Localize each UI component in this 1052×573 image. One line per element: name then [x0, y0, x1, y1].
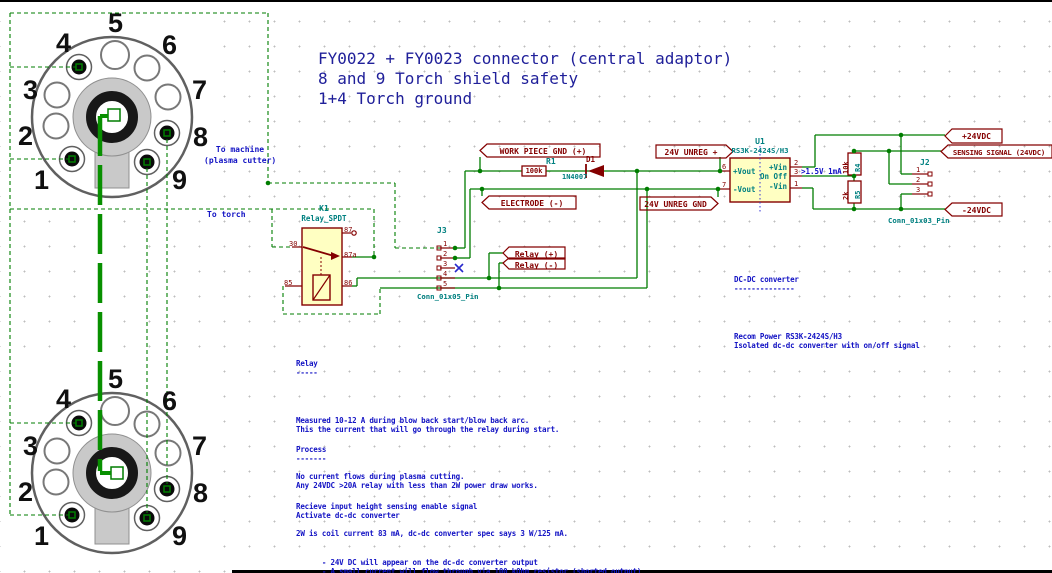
- relay-pin-85: 85: [284, 279, 292, 287]
- schematic-title-line2: 8 and 9 Torch shield safety: [318, 69, 578, 88]
- u1-pin-name-onoff: On Off: [760, 172, 787, 181]
- to-machine-label-line1: To machine: [212, 145, 268, 154]
- u1-pin-1: 1: [794, 180, 798, 188]
- net-label-relay-minus[interactable]: Relay (-): [509, 260, 564, 271]
- machine-pin-number-3: 3: [23, 75, 38, 106]
- r1-ref[interactable]: R1: [546, 157, 556, 166]
- d1-value[interactable]: 1N4007: [562, 173, 587, 181]
- j3-pin-1: 1: [443, 240, 447, 248]
- torch-pin-number-5: 5: [108, 364, 123, 395]
- u1-value[interactable]: RS3K-2424S/H3: [724, 146, 796, 155]
- u1-pin-name-vin-n: -Vin: [765, 182, 787, 191]
- d1-ref[interactable]: D1: [586, 155, 595, 164]
- to-machine-label-line2: (plasma cutter): [204, 156, 266, 165]
- u1-pin-3: 3: [794, 168, 798, 176]
- machine-pin-number-6: 6: [162, 30, 177, 61]
- r4-value[interactable]: 10k: [842, 161, 850, 174]
- torch-pin-number-6: 6: [162, 386, 177, 417]
- relay-pin-30: 30: [289, 240, 297, 248]
- machine-pin-number-4: 4: [56, 28, 71, 59]
- j3-ref[interactable]: J3: [437, 226, 447, 235]
- j2-ref[interactable]: J2: [920, 158, 930, 167]
- onoff-spec-note: >1.5V 1mA: [801, 167, 842, 176]
- schematic-canvas[interactable]: FY0022 + FY0023 connector (central adapt…: [0, 0, 1052, 573]
- net-label-work-piece-gnd[interactable]: WORK PIECE GND (+): [487, 146, 599, 157]
- torch-pin-number-3: 3: [23, 431, 38, 462]
- net-label-relay-plus[interactable]: Relay (+): [509, 249, 564, 260]
- machine-pin-number-5: 5: [108, 8, 123, 39]
- machine-pin-number-7: 7: [192, 75, 207, 106]
- relay-pin-86: 86: [344, 279, 352, 287]
- machine-pin-number-9: 9: [172, 165, 187, 196]
- machine-pin-number-2: 2: [18, 121, 33, 152]
- relay-ref[interactable]: K1: [310, 204, 338, 213]
- unconnected-pin-circle: [352, 231, 356, 235]
- j3-value[interactable]: Conn_01x05_Pin: [417, 292, 479, 301]
- u1-pin-name-vout-n: -Vout: [733, 185, 756, 194]
- net-label-minus-24vdc[interactable]: -24VDC: [952, 205, 1001, 216]
- diode-d1-symbol[interactable]: [586, 164, 604, 178]
- schematic-title-line3: 1+4 Torch ground: [318, 89, 472, 108]
- r4-ref[interactable]: R4: [854, 164, 862, 172]
- process-notes-block: Process------- Recieve input height sens…: [296, 407, 706, 573]
- u1-ref[interactable]: U1: [750, 137, 770, 146]
- j3-pin-5: 5: [443, 280, 447, 288]
- u1-pin-name-vout-p: +Vout: [733, 167, 756, 176]
- j2-pin-2: 2: [916, 176, 920, 184]
- r5-ref[interactable]: R5: [854, 191, 862, 199]
- j2-connector-symbol[interactable]: [912, 172, 932, 196]
- to-torch-label: To torch: [207, 210, 246, 219]
- machine-pin-number-8: 8: [193, 122, 208, 153]
- net-label-electrode[interactable]: ELECTRODE (-): [489, 198, 575, 209]
- torch-pin-number-1: 1: [34, 521, 49, 552]
- u1-pin-6: 6: [722, 163, 726, 171]
- j3-pin-2: 2: [443, 250, 447, 258]
- dcdc-notes-block: DC-DC converter-------------- Recom Powe…: [734, 237, 920, 388]
- j2-pin-1: 1: [916, 166, 920, 174]
- torch-pin-number-7: 7: [192, 431, 207, 462]
- no-connect-x: [455, 264, 463, 272]
- relay-pin-87a: 87a: [344, 251, 357, 259]
- net-label-24v-unreg-gnd[interactable]: 24V UNREG GND: [642, 199, 709, 210]
- torch-pin-number-8: 8: [193, 478, 208, 509]
- net-label-sensing-signal[interactable]: SENSING SIGNAL (24VDC): [948, 147, 1050, 158]
- torch-pin-number-2: 2: [18, 477, 33, 508]
- torch-pin-number-9: 9: [172, 521, 187, 552]
- schematic-title-line1: FY0022 + FY0023 connector (central adapt…: [318, 49, 732, 68]
- machine-pin-number-1: 1: [34, 165, 49, 196]
- net-label-plus-24vdc[interactable]: +24VDC: [952, 131, 1001, 142]
- j2-value[interactable]: Conn_01x03_Pin: [888, 216, 950, 225]
- torch-pin-number-4: 4: [56, 384, 71, 415]
- net-label-24v-unreg-plus[interactable]: 24V UNREG +: [658, 147, 724, 158]
- u1-pin-2: 2: [794, 159, 798, 167]
- relay-value[interactable]: Relay_SPDT: [291, 214, 357, 223]
- u1-pin-7: 7: [722, 181, 726, 189]
- r1-value[interactable]: 100k: [522, 167, 546, 175]
- j3-pin-4: 4: [443, 270, 447, 278]
- u1-pin-name-vin-p: +Vin: [765, 163, 787, 172]
- r5-value[interactable]: 2k: [842, 192, 850, 200]
- j2-pin-3: 3: [916, 186, 920, 194]
- j3-pin-3: 3: [443, 260, 447, 268]
- relay-pin-87: 87: [344, 226, 352, 234]
